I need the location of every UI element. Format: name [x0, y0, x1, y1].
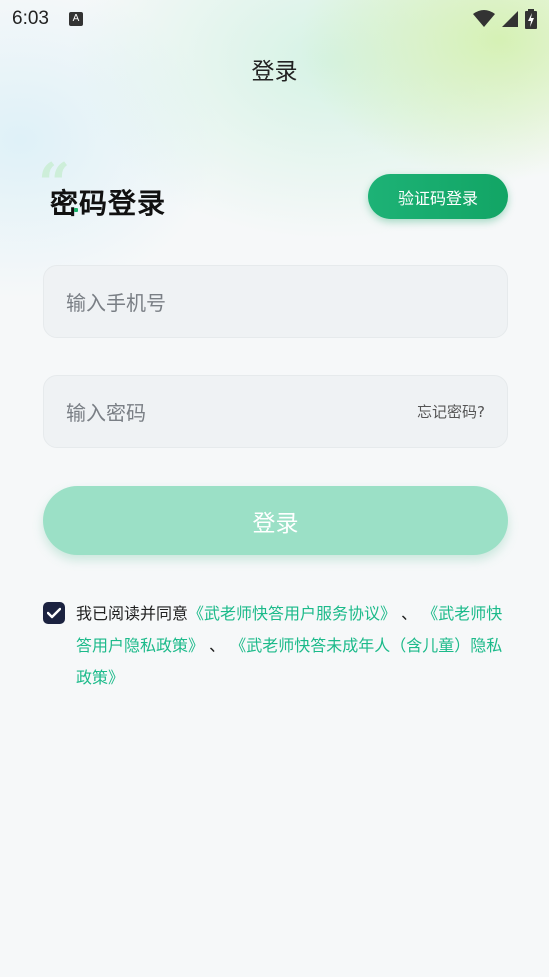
agreement: 我已阅读并同意《武老师快答用户服务协议》 、 《武老师快答用户隐私政策》 、 《…: [43, 598, 513, 694]
agreement-prefix: 我已阅读并同意: [76, 604, 189, 623]
wifi-icon: [473, 10, 495, 27]
status-time: 6:03: [12, 8, 49, 29]
heading-accent-dot: [74, 208, 78, 212]
password-placeholder: 输入密码: [66, 401, 146, 425]
sms-login-button[interactable]: 验证码登录: [368, 174, 508, 219]
separator: 、: [204, 636, 231, 655]
phone-input[interactable]: 输入手机号: [43, 265, 508, 338]
battery-icon: [525, 9, 537, 29]
status-icons: [473, 9, 537, 29]
phone-placeholder: 输入手机号: [66, 291, 166, 315]
forgot-password-link[interactable]: 忘记密码?: [417, 401, 485, 422]
login-heading: 密码登录: [50, 187, 167, 220]
status-bar: 6:03 A: [0, 0, 549, 38]
separator: 、: [396, 604, 423, 623]
password-input[interactable]: 输入密码 忘记密码?: [43, 375, 508, 448]
page-title: 登录: [251, 59, 298, 85]
notification-icon: A: [68, 12, 83, 26]
login-button[interactable]: 登录: [43, 486, 508, 555]
check-icon: [47, 607, 61, 619]
agreement-checkbox[interactable]: [43, 602, 65, 624]
agreement-text: 我已阅读并同意《武老师快答用户服务协议》 、 《武老师快答用户隐私政策》 、 《…: [76, 598, 513, 694]
service-agreement-link[interactable]: 《武老师快答用户服务协议》: [188, 604, 396, 623]
login-header: “ 密码登录 验证码登录: [38, 156, 508, 228]
signal-icon: [502, 11, 518, 27]
